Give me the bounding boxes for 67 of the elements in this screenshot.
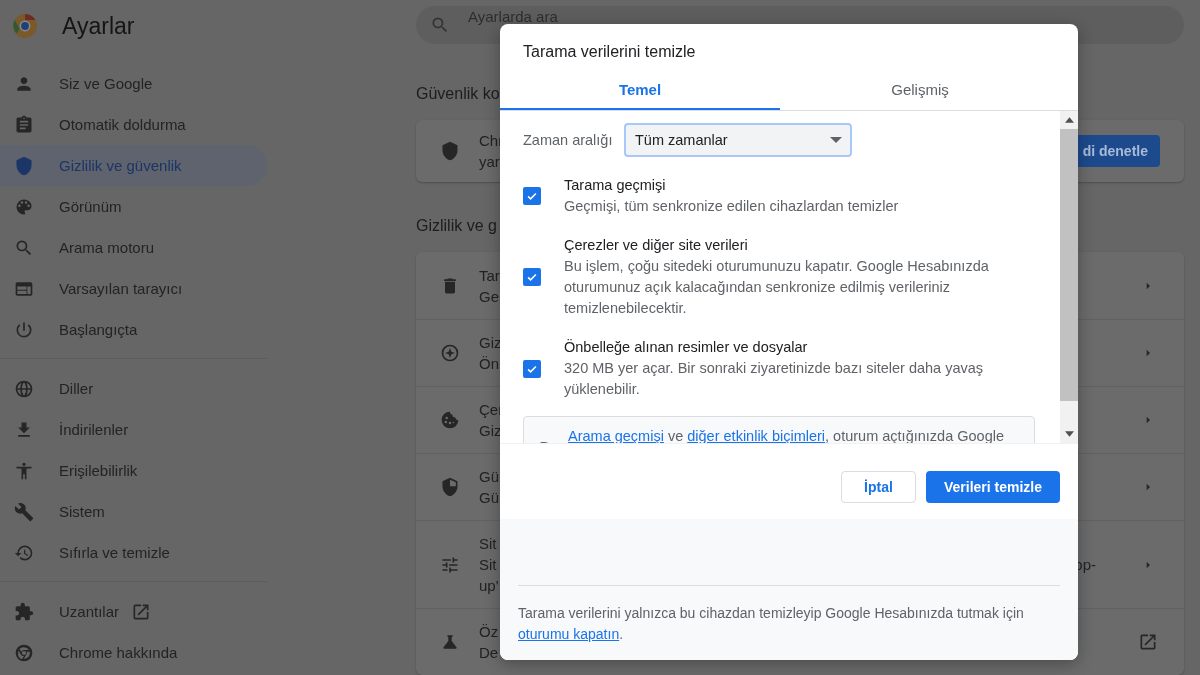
sidebar-item[interactable]: Erişilebilirlik — [0, 450, 267, 491]
sidebar-item[interactable]: Başlangıçta — [0, 309, 267, 350]
row-text: Ge — [479, 286, 499, 307]
caret-icon — [830, 137, 842, 143]
option-title: Tarama geçmişi — [564, 176, 667, 195]
sidebar-item[interactable]: Chrome hakkında — [0, 632, 267, 673]
time-range-dropdown[interactable]: Tüm zamanlar — [624, 123, 852, 157]
option-description: 320 MB yer açar. Bir sonraki ziyaretinizde bazı siteler daha yavaş yüklenebilir. — [564, 359, 985, 399]
dialog-title: Tarama verilerini temizle — [522, 42, 697, 62]
row-text: Gü — [479, 488, 499, 508]
sidebar-item[interactable]: İndirilenler — [0, 409, 267, 450]
row-text: Tar — [479, 265, 500, 286]
tab[interactable]: Temel — [500, 70, 780, 110]
accessibility-icon — [14, 460, 34, 481]
row-text: Gü — [479, 467, 499, 487]
sidebar-item[interactable]: Varsayılan tarayıcı — [0, 268, 267, 309]
sidebar-item[interactable]: Sıfırla ve temizle — [0, 532, 267, 573]
scrollbar-thumb[interactable] — [1060, 129, 1078, 401]
row-text: Giz — [479, 333, 502, 353]
external-link-icon[interactable] — [1138, 632, 1158, 652]
scroll-up-icon[interactable] — [1064, 117, 1074, 123]
clear-data-button[interactable]: Verileri temizle — [926, 471, 1060, 503]
sidebar-item[interactable]: Otomatik doldurma — [0, 104, 267, 145]
shield-icon — [440, 140, 460, 161]
check-button[interactable]: di denetle — [1078, 134, 1160, 167]
checkbox[interactable] — [523, 359, 541, 378]
puzzle-icon — [14, 601, 34, 622]
flask-icon — [440, 632, 460, 652]
chrome-icon — [14, 642, 34, 663]
cancel-button[interactable]: İptal — [841, 471, 916, 503]
scrollbar[interactable] — [1060, 111, 1078, 443]
section-title: Gizlilik ve g — [416, 216, 497, 236]
tab[interactable]: Gelişmiş — [780, 70, 1060, 110]
compass-icon — [440, 343, 460, 363]
option-title: Çerezler ve diğer site verileri — [564, 236, 749, 255]
sidebar-item[interactable]: Siz ve Google — [0, 63, 267, 104]
sidebar-item[interactable]: Sistem — [0, 491, 267, 532]
section-title: Güvenlik ko — [416, 83, 500, 104]
row-text: Giz — [479, 421, 502, 441]
option-title: Önbelleğe alınan resimler ve dosyalar — [564, 338, 809, 357]
shield-icon — [14, 155, 34, 176]
row-text: up' — [479, 576, 499, 596]
settings-title: Ayarlar — [62, 12, 135, 40]
row-text: Öz — [479, 622, 499, 642]
sidebar-item[interactable]: Diller — [0, 368, 267, 409]
cookie-icon — [440, 410, 460, 430]
sidebar-item[interactable]: Gizlilik ve güvenlik — [0, 145, 267, 186]
chrome-logo — [12, 13, 38, 39]
sidebar-item[interactable]: Görünüm — [0, 186, 267, 227]
checkbox[interactable] — [523, 268, 541, 286]
scroll-down-icon[interactable] — [1064, 431, 1074, 437]
row-text: Sit — [479, 555, 497, 575]
globe-icon — [14, 378, 34, 399]
wrench-icon — [14, 501, 34, 522]
clipboard-icon — [14, 114, 34, 135]
row-text: yar — [479, 151, 500, 172]
sidebar-item[interactable]: Arama motoru — [0, 227, 267, 268]
row-text: Ön — [479, 354, 499, 374]
option-description: Bu işlem, çoğu sitedeki oturumunuzu kapatır. Google Hesabınızda oturumunuz açık kalacağından senkronize edilmiş verileriniz temizlenebilecektir. — [564, 257, 990, 318]
row-text: Sit — [479, 534, 497, 554]
time-range-label: Zaman aralığı — [523, 132, 614, 148]
option-description: Geçmişi, tüm senkronize edilen cihazlardan temizler — [564, 197, 900, 216]
shield-icon — [440, 477, 460, 497]
sidebar-item[interactable]: Uzantılar — [0, 591, 267, 632]
footer-text: Tarama verilerini yalnızca bu cihazdan temizleyip Google Hesabınızda tutmak için oturumu kapatın. — [518, 604, 1025, 644]
checkbox[interactable] — [523, 187, 541, 205]
row-text: De — [479, 643, 499, 663]
